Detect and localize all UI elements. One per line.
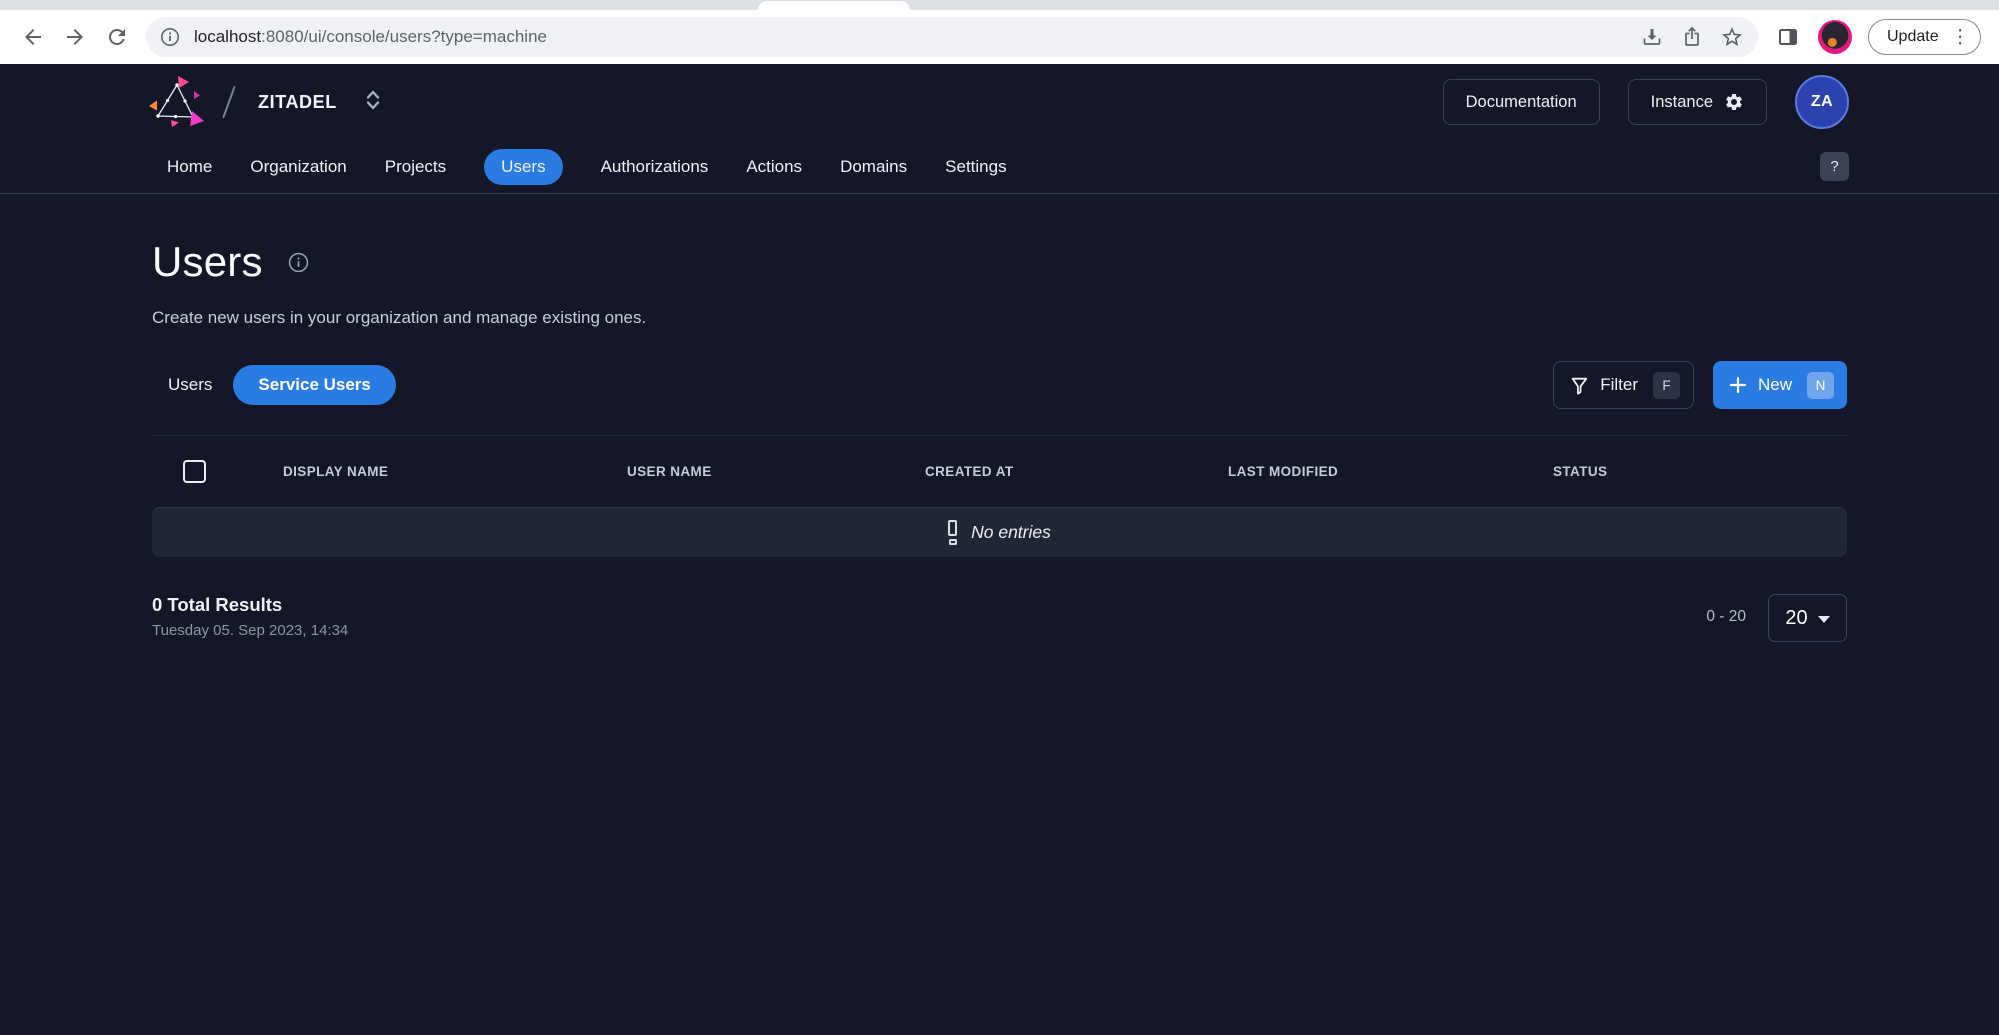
instance-button[interactable]: Instance	[1628, 79, 1767, 125]
reload-icon[interactable]	[105, 25, 129, 49]
side-panel-icon[interactable]	[1776, 25, 1800, 49]
exclamation-icon	[948, 520, 957, 545]
nav-item-settings[interactable]: Settings	[945, 157, 1006, 177]
plus-icon	[1728, 375, 1748, 395]
filter-label: Filter	[1600, 375, 1638, 395]
documentation-label: Documentation	[1466, 93, 1577, 112]
browser-toolbar: localhost:8080/ui/console/users?type=mac…	[0, 10, 1999, 64]
new-label: New	[1758, 375, 1792, 395]
url-path: :8080/ui/console/users?type=machine	[261, 27, 547, 46]
tab-service-users[interactable]: Service Users	[233, 365, 395, 405]
main-nav: Home Organization Projects Users Authori…	[0, 140, 1999, 194]
refresh-timestamp: Tuesday 05. Sep 2023, 14:34	[152, 622, 348, 639]
table-header-row: DISPLAY NAME USER NAME CREATED AT LAST M…	[152, 435, 1847, 507]
user-avatar[interactable]: ZA	[1795, 75, 1849, 129]
tab-users[interactable]: Users	[168, 375, 212, 395]
filter-shortcut-badge: F	[1653, 372, 1680, 399]
org-switcher-icon[interactable]	[363, 88, 383, 117]
column-last-modified: LAST MODIFIED	[1228, 464, 1553, 479]
browser-active-tab[interactable]	[758, 1, 910, 10]
page-size-value: 20	[1785, 607, 1807, 630]
browser-profile-avatar[interactable]	[1818, 20, 1852, 54]
page-subtitle: Create new users in your organization an…	[152, 308, 1847, 328]
app-header: ZITADEL Documentation Instance ZA	[0, 64, 1999, 140]
select-all-checkbox[interactable]	[183, 460, 206, 483]
nav-item-domains[interactable]: Domains	[840, 157, 907, 177]
page-size-select[interactable]: 20	[1768, 594, 1847, 642]
url-text[interactable]: localhost:8080/ui/console/users?type=mac…	[194, 27, 1624, 47]
filter-icon	[1569, 375, 1590, 396]
browser-update-button[interactable]: Update ⋮	[1868, 19, 1981, 55]
chevron-down-icon	[1818, 616, 1830, 623]
shortcuts-help-button[interactable]: ?	[1820, 152, 1849, 181]
breadcrumb-separator	[222, 86, 236, 119]
total-results: 0 Total Results	[152, 594, 348, 616]
page-title: Users	[152, 238, 263, 286]
back-icon[interactable]	[21, 25, 45, 49]
zitadel-logo-icon[interactable]	[148, 76, 204, 128]
url-host: localhost	[194, 27, 261, 46]
empty-state-message: No entries	[971, 522, 1051, 543]
empty-state-row: No entries	[152, 507, 1847, 557]
browser-tabstrip	[0, 0, 1999, 10]
address-bar[interactable]: localhost:8080/ui/console/users?type=mac…	[146, 17, 1758, 57]
pagination-range: 0 - 20	[1706, 608, 1746, 626]
org-name[interactable]: ZITADEL	[258, 92, 337, 113]
nav-item-home[interactable]: Home	[167, 157, 212, 177]
column-status: STATUS	[1553, 464, 1847, 479]
nav-item-organization[interactable]: Organization	[250, 157, 346, 177]
users-table: DISPLAY NAME USER NAME CREATED AT LAST M…	[152, 435, 1847, 557]
download-icon[interactable]	[1640, 25, 1664, 49]
gear-icon	[1724, 92, 1744, 112]
instance-label: Instance	[1651, 93, 1713, 112]
column-display-name: DISPLAY NAME	[283, 464, 627, 479]
column-user-name: USER NAME	[627, 464, 925, 479]
nav-item-users[interactable]: Users	[484, 149, 562, 185]
filter-button[interactable]: Filter F	[1553, 361, 1694, 409]
forward-icon[interactable]	[63, 25, 87, 49]
new-button[interactable]: New N	[1713, 361, 1847, 409]
site-info-icon[interactable]	[158, 25, 182, 49]
info-icon[interactable]	[287, 251, 310, 274]
bookmark-star-icon[interactable]	[1720, 25, 1744, 49]
documentation-button[interactable]: Documentation	[1443, 79, 1600, 125]
table-footer: 0 Total Results Tuesday 05. Sep 2023, 14…	[152, 594, 1847, 642]
page-content: Users Create new users in your organizat…	[0, 238, 1999, 642]
nav-item-projects[interactable]: Projects	[385, 157, 446, 177]
new-shortcut-badge: N	[1807, 372, 1834, 399]
browser-menu-icon[interactable]: ⋮	[1951, 28, 1970, 47]
update-label: Update	[1887, 28, 1939, 46]
column-created-at: CREATED AT	[925, 464, 1228, 479]
nav-item-authorizations[interactable]: Authorizations	[601, 157, 709, 177]
nav-item-actions[interactable]: Actions	[746, 157, 802, 177]
share-icon[interactable]	[1680, 25, 1704, 49]
